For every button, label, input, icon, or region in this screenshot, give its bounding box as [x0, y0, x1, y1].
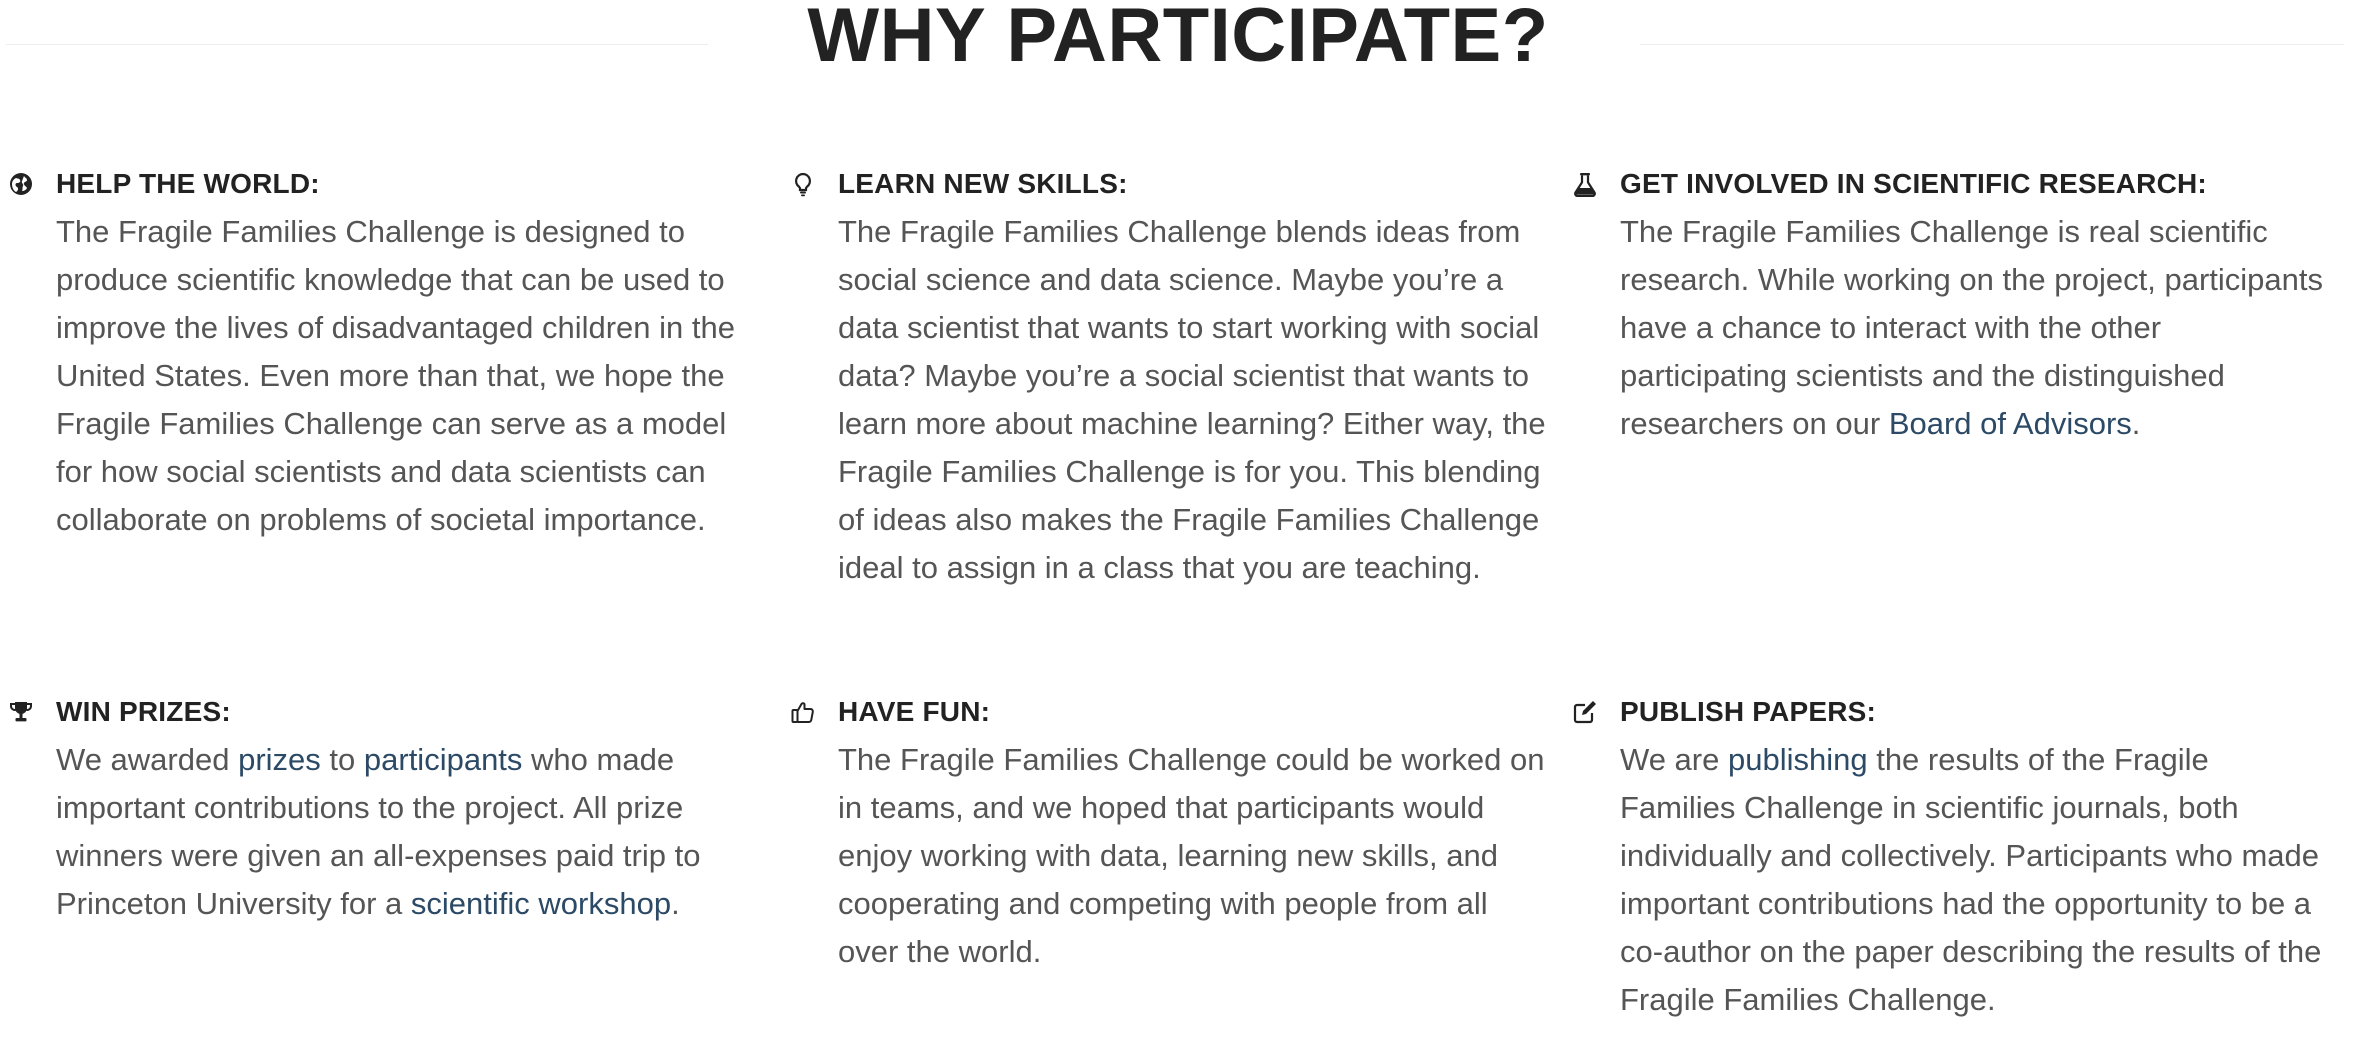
card-title: PUBLISH PAPERS:	[1620, 696, 1877, 727]
section-header: WHY PARTICIPATE?	[0, 0, 2380, 80]
card-description: The Fragile Families Challenge blends id…	[838, 214, 1546, 585]
card-header: WIN PRIZES:	[4, 694, 724, 730]
lightbulb-icon	[790, 171, 816, 197]
card-header: HELP THE WORLD:	[4, 166, 724, 202]
card-header: HAVE FUN:	[786, 694, 1506, 730]
card-description: The Fragile Families Challenge is real s…	[1620, 208, 2330, 448]
card-text: to	[320, 742, 364, 777]
card-header: PUBLISH PAPERS:	[1568, 694, 2288, 730]
card-text: .	[2131, 406, 2141, 441]
card-win-prizes: WIN PRIZES: We awarded prizes to partici…	[4, 694, 724, 928]
globe-icon	[8, 171, 34, 197]
card-header: GET INVOLVED IN SCIENTIFIC RESEARCH:	[1568, 166, 2288, 202]
card-help-the-world: HELP THE WORLD: The Fragile Families Cha…	[4, 166, 735, 544]
thumbs-up-icon	[790, 699, 816, 725]
card-learn-new-skills: LEARN NEW SKILLS: The Fragile Families C…	[786, 166, 1546, 592]
card-title: HAVE FUN:	[838, 696, 991, 727]
card-description: We are publishing the results of the Fra…	[1620, 736, 2330, 1024]
header-divider-right	[1640, 44, 2344, 45]
card-text: the results of the Fragile Families Chal…	[1620, 742, 2322, 1017]
flask-icon	[1572, 171, 1598, 197]
card-publish-papers: PUBLISH PAPERS: We are publishing the re…	[1568, 694, 2321, 1024]
publishing-link[interactable]: publishing	[1728, 742, 1868, 777]
card-header: LEARN NEW SKILLS:	[786, 166, 1506, 202]
card-text: We are	[1620, 742, 1728, 777]
page-title: WHY PARTICIPATE?	[807, 0, 1549, 78]
card-description: We awarded prizes to participants who ma…	[56, 736, 766, 928]
participants-link[interactable]: participants	[364, 742, 523, 777]
card-title: WIN PRIZES:	[56, 696, 231, 727]
card-title: GET INVOLVED IN SCIENTIFIC RESEARCH:	[1620, 168, 2207, 199]
prizes-link[interactable]: prizes	[238, 742, 321, 777]
card-title: HELP THE WORLD:	[56, 168, 320, 199]
board-of-advisors-link[interactable]: Board of Advisors	[1889, 406, 2132, 441]
scientific-workshop-link[interactable]: scientific workshop	[411, 886, 671, 921]
card-have-fun: HAVE FUN: The Fragile Families Challenge…	[786, 694, 1544, 976]
edit-icon	[1572, 699, 1598, 725]
card-description: The Fragile Families Challenge could be …	[838, 742, 1545, 969]
card-text: .	[671, 886, 680, 921]
card-title: LEARN NEW SKILLS:	[838, 168, 1128, 199]
card-description: The Fragile Families Challenge is design…	[56, 214, 735, 537]
card-scientific-research: GET INVOLVED IN SCIENTIFIC RESEARCH: The…	[1568, 166, 2323, 448]
card-text: We awarded	[56, 742, 239, 777]
trophy-icon	[8, 699, 34, 725]
